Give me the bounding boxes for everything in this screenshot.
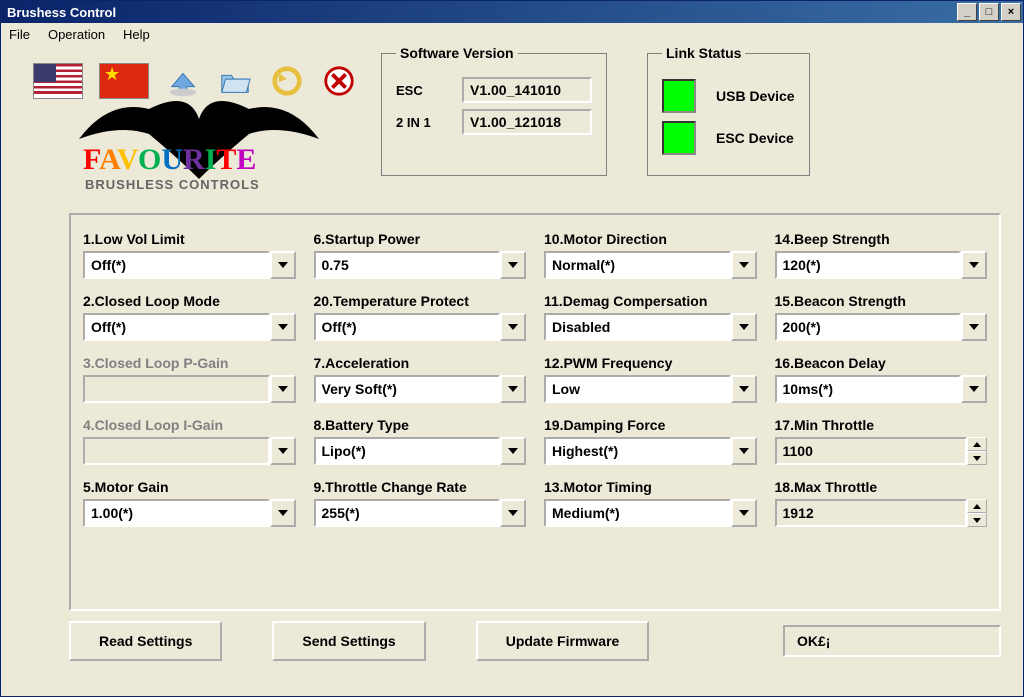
label-damping-force: 19.Damping Force [544,417,757,433]
spin-down-icon[interactable] [967,513,987,527]
label-throttle-change-rate: 9.Throttle Change Rate [314,479,527,495]
chevron-down-icon[interactable] [500,437,526,465]
chevron-down-icon[interactable] [731,313,757,341]
label-startup-power: 6.Startup Power [314,231,527,247]
spin-down-icon[interactable] [967,451,987,465]
usb-led-icon [662,79,696,113]
chevron-down-icon[interactable] [500,313,526,341]
svg-text:FAVOURITE: FAVOURITE [83,143,256,176]
2in1-label: 2 IN 1 [396,115,452,130]
chevron-down-icon[interactable] [731,251,757,279]
menu-operation[interactable]: Operation [48,27,105,42]
combo-motor-timing[interactable]: Medium(*) [544,499,757,527]
esc-device-label: ESC Device [716,130,794,146]
label-closed-loop-i-gain: 4.Closed Loop I-Gain [83,417,296,433]
combo-temperature-protect[interactable]: Off(*) [314,313,527,341]
chevron-down-icon[interactable] [270,313,296,341]
software-version-legend: Software Version [396,45,518,61]
chevron-down-icon [270,437,296,465]
label-motor-timing: 13.Motor Timing [544,479,757,495]
chevron-down-icon[interactable] [500,499,526,527]
window-title: Brushess Control [7,5,116,20]
read-settings-button[interactable]: Read Settings [69,621,222,661]
chevron-down-icon[interactable] [500,251,526,279]
combo-demag-compensation[interactable]: Disabled [544,313,757,341]
usb-device-label: USB Device [716,88,795,104]
label-demag-compensation: 11.Demag Compersation [544,293,757,309]
esc-version: V1.00_141010 [462,77,592,103]
chevron-down-icon[interactable] [270,499,296,527]
label-battery-type: 8.Battery Type [314,417,527,433]
combo-beep-strength[interactable]: 120(*) [775,251,988,279]
combo-closed-loop-p-gain [83,375,296,403]
label-beacon-strength: 15.Beacon Strength [775,293,988,309]
chevron-down-icon[interactable] [270,251,296,279]
label-closed-loop-mode: 2.Closed Loop Mode [83,293,296,309]
close-button[interactable]: × [1001,3,1021,21]
label-motor-direction: 10.Motor Direction [544,231,757,247]
combo-beacon-strength[interactable]: 200(*) [775,313,988,341]
label-temperature-protect: 20.Temperature Protect [314,293,527,309]
combo-damping-force[interactable]: Highest(*) [544,437,757,465]
combo-beacon-delay[interactable]: 10ms(*) [775,375,988,403]
minimize-button[interactable]: _ [957,3,977,21]
combo-startup-power[interactable]: 0.75 [314,251,527,279]
esc-label: ESC [396,83,452,98]
logo: FAVOURITE BRUSHLESS CONTROLS [69,89,329,199]
chevron-down-icon[interactable] [500,375,526,403]
spin-min-throttle[interactable]: 1100 [775,437,988,465]
combo-acceleration[interactable]: Very Soft(*) [314,375,527,403]
chevron-down-icon[interactable] [961,251,987,279]
label-acceleration: 7.Acceleration [314,355,527,371]
software-version-group: Software Version ESC V1.00_141010 2 IN 1… [381,45,607,176]
label-low-vol-limit: 1.Low Vol Limit [83,231,296,247]
link-status-legend: Link Status [662,45,745,61]
esc-led-icon [662,121,696,155]
send-settings-button[interactable]: Send Settings [272,621,425,661]
titlebar: Brushess Control _ □ × [1,1,1023,23]
label-min-throttle: 17.Min Throttle [775,417,988,433]
spin-up-icon[interactable] [967,499,987,513]
update-firmware-button[interactable]: Update Firmware [476,621,650,661]
maximize-button[interactable]: □ [979,3,999,21]
chevron-down-icon[interactable] [731,437,757,465]
2in1-version: V1.00_121018 [462,109,592,135]
combo-throttle-change-rate[interactable]: 255(*) [314,499,527,527]
combo-closed-loop-i-gain [83,437,296,465]
menu-file[interactable]: File [9,27,30,42]
label-beep-strength: 14.Beep Strength [775,231,988,247]
chevron-down-icon[interactable] [961,313,987,341]
label-beacon-delay: 16.Beacon Delay [775,355,988,371]
chevron-down-icon[interactable] [961,375,987,403]
menu-help[interactable]: Help [123,27,150,42]
label-max-throttle: 18.Max Throttle [775,479,988,495]
combo-closed-loop-mode[interactable]: Off(*) [83,313,296,341]
link-status-group: Link Status USB Device ESC Device [647,45,810,176]
status-text: OK£¡ [783,625,1001,657]
combo-pwm-frequency[interactable]: Low [544,375,757,403]
label-motor-gain: 5.Motor Gain [83,479,296,495]
combo-battery-type[interactable]: Lipo(*) [314,437,527,465]
label-closed-loop-p-gain: 3.Closed Loop P-Gain [83,355,296,371]
menubar: File Operation Help [1,23,1023,45]
spin-up-icon[interactable] [967,437,987,451]
combo-low-vol-limit[interactable]: Off(*) [83,251,296,279]
spin-max-throttle[interactable]: 1912 [775,499,988,527]
chevron-down-icon[interactable] [731,499,757,527]
combo-motor-gain[interactable]: 1.00(*) [83,499,296,527]
chevron-down-icon [270,375,296,403]
combo-motor-direction[interactable]: Normal(*) [544,251,757,279]
label-pwm-frequency: 12.PWM Frequency [544,355,757,371]
svg-text:BRUSHLESS CONTROLS: BRUSHLESS CONTROLS [85,177,260,192]
settings-panel: 1.Low Vol Limit Off(*) 2.Closed Loop Mod… [69,213,1001,611]
chevron-down-icon[interactable] [731,375,757,403]
